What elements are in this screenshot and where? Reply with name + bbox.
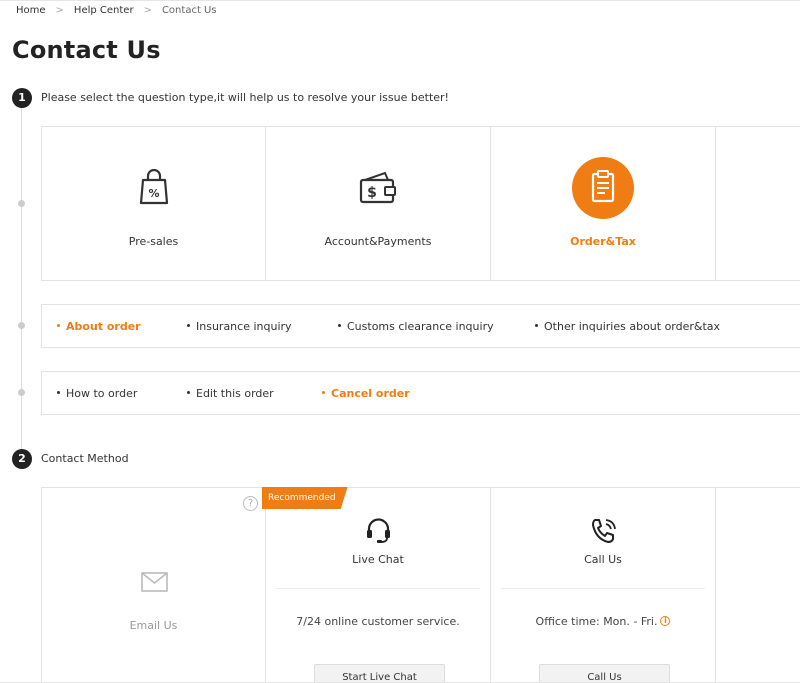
recommended-badge: Recommended — [262, 487, 348, 509]
envelope-icon — [141, 572, 168, 596]
bullet-icon — [338, 323, 341, 327]
category-account-payments[interactable]: $ Account&Payments — [266, 127, 491, 280]
wallet-dollar-icon: $ — [359, 171, 397, 209]
method-live-chat: Recommended Live Chat 7/24 online custom… — [262, 487, 491, 683]
category-panel: % Pre-sales $ Account&Payments Order&Tax — [41, 126, 800, 281]
step-2-badge: 2 — [12, 449, 32, 469]
start-live-chat-button[interactable]: Start Live Chat — [314, 664, 445, 683]
info-icon[interactable]: i — [660, 616, 671, 626]
breadcrumb-home[interactable]: Home — [16, 5, 46, 16]
page-title: Contact Us — [12, 36, 161, 64]
breadcrumb-separator-icon: > — [143, 5, 152, 16]
live-chat-description: 7/24 online customer service. — [296, 615, 460, 628]
office-time-text: Office time: Mon. - Fri. i — [491, 615, 715, 628]
svg-text:%: % — [148, 187, 159, 200]
call-us-title: Call Us — [584, 553, 622, 566]
bullet-icon — [57, 323, 60, 327]
svg-text:$: $ — [367, 185, 377, 201]
breadcrumb-current: Contact Us — [161, 5, 217, 16]
issue-how-to-order[interactable]: How to order — [57, 387, 137, 400]
shopping-bag-percent-icon: % — [139, 168, 169, 209]
subtype-insurance-inquiry[interactable]: Insurance inquiry — [187, 320, 292, 333]
subtype-panel: About order Insurance inquiry Customs cl… — [41, 304, 800, 348]
method-call-us: Call Us Office time: Mon. - Fri. i Call U… — [491, 488, 716, 683]
office-time-label: Office time: Mon. - Fri. — [535, 615, 658, 628]
category-order-tax[interactable]: Order&Tax — [491, 127, 716, 280]
step-2-title: Contact Method — [41, 452, 129, 465]
issue-label: Edit this order — [196, 387, 274, 400]
divider — [276, 588, 480, 589]
top-divider — [0, 0, 800, 1]
progress-dot — [18, 322, 25, 329]
divider — [501, 588, 705, 589]
category-label: Pre-sales — [128, 235, 179, 248]
progress-line — [21, 108, 22, 450]
progress-dot — [18, 200, 25, 207]
subtype-label: Insurance inquiry — [196, 320, 292, 333]
call-us-button[interactable]: Call Us — [539, 664, 670, 683]
phone-ringing-icon — [590, 517, 618, 549]
method-email[interactable]: ? Email Us — [42, 488, 266, 683]
issue-label: How to order — [66, 387, 138, 400]
step-1-badge: 1 — [12, 88, 32, 108]
issue-edit-this-order[interactable]: Edit this order — [187, 387, 274, 400]
bullet-icon — [57, 390, 60, 394]
live-chat-title: Live Chat — [352, 553, 404, 566]
step-1-instruction: Please select the question type,it will … — [41, 91, 449, 104]
subtype-customs-clearance-inquiry[interactable]: Customs clearance inquiry — [338, 320, 494, 333]
headset-icon — [365, 517, 392, 548]
bullet-icon — [187, 323, 190, 327]
bullet-icon — [535, 323, 538, 327]
email-label: Email Us — [129, 619, 178, 632]
subtype-about-order[interactable]: About order — [57, 320, 141, 333]
help-question-icon[interactable]: ? — [243, 496, 258, 511]
contact-method-panel: ? Email Us Recommended Live Chat 7/24 on… — [41, 487, 800, 683]
subtype-other-inquiries[interactable]: Other inquiries about order&tax — [535, 320, 720, 333]
subtype-label: Other inquiries about order&tax — [544, 320, 721, 333]
issue-cancel-order[interactable]: Cancel order — [322, 387, 410, 400]
category-label: Account&Payments — [324, 235, 432, 248]
subtype-label: Customs clearance inquiry — [347, 320, 494, 333]
issue-panel: How to order Edit this order Cancel orde… — [41, 371, 800, 415]
subtype-label: About order — [66, 320, 141, 333]
progress-dot — [18, 389, 25, 396]
breadcrumb: Home > Help Center > Contact Us — [16, 5, 217, 16]
breadcrumb-help-center[interactable]: Help Center — [74, 5, 134, 16]
issue-label: Cancel order — [331, 387, 410, 400]
breadcrumb-separator-icon: > — [55, 5, 64, 16]
bullet-icon — [322, 390, 325, 394]
bullet-icon — [187, 390, 190, 394]
category-label: Order&Tax — [570, 235, 636, 248]
clipboard-icon — [572, 157, 634, 223]
category-pre-sales[interactable]: % Pre-sales — [42, 127, 266, 280]
